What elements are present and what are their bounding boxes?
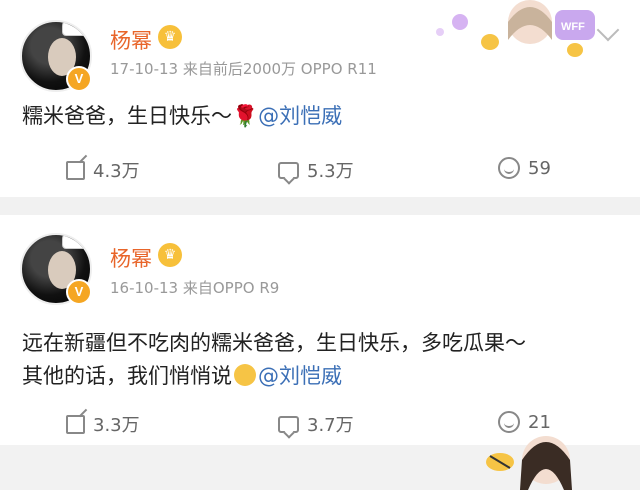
like-button[interactable]: 21 [498,411,551,433]
post-text-line-2: 其他的话，我们悄悄说 @刘恺威 [22,360,526,393]
shy-emoji-icon [234,364,256,386]
mention-link[interactable]: @刘恺威 [258,364,342,388]
card-decoration-text: WFF [561,21,585,33]
post-meta: 17-10-13 来自前后2000万 OPPO R11 [110,60,377,78]
author-name[interactable]: 杨幂 [110,243,152,273]
card-decoration: WFF [436,0,595,57]
comment-button[interactable]: 3.7万 [278,411,354,437]
comment-count: 3.7万 [307,415,354,436]
crown-badge-icon: ♛ [158,243,182,267]
cat-ears-decoration [62,22,90,36]
weibo-post-1: V 杨幂 ♛ 17-10-13 来自前后2000万 OPPO R11 WFF 糯… [0,0,640,197]
comment-icon [278,415,299,433]
comment-count: 5.3万 [307,161,354,182]
like-count: 21 [528,411,551,433]
crown-badge-icon: ♛ [158,25,182,49]
post-text: 糯米爸爸，生日快乐～🌹@刘恺威 [22,100,342,133]
action-bar: 4.3万 5.3万 59 [0,157,640,187]
verified-badge-icon: V [66,66,92,92]
like-button[interactable]: 59 [498,157,551,179]
chevron-down-icon[interactable] [596,18,620,42]
repost-icon [66,160,85,180]
rose-emoji-icon: 🌹 [232,104,259,128]
author-name[interactable]: 杨幂 [110,25,152,55]
like-icon [498,411,520,433]
repost-button[interactable]: 3.3万 [66,411,140,437]
repost-count: 3.3万 [93,415,140,436]
post-text-line-1: 远在新疆但不吃肉的糯米爸爸，生日快乐，多吃瓜果～ [22,331,526,355]
repost-button[interactable]: 4.3万 [66,157,140,183]
post-meta: 16-10-13 来自OPPO R9 [110,279,280,297]
mention-link[interactable]: @刘恺威 [258,104,342,128]
post-text: 远在新疆但不吃肉的糯米爸爸，生日快乐，多吃瓜果～ 其他的话，我们悄悄说 @刘恺威 [22,327,526,393]
weibo-post-2: V 杨幂 ♛ 16-10-13 来自OPPO R9 远在新疆但不吃肉的糯米爸爸，… [0,215,640,490]
repost-count: 4.3万 [93,161,140,182]
post-text-body: 其他的话，我们悄悄说 [22,364,232,388]
post-divider [0,197,640,215]
comment-icon [278,161,299,179]
like-count: 59 [528,157,551,179]
action-bar: 3.3万 3.7万 21 [0,411,640,441]
comment-button[interactable]: 5.3万 [278,157,354,183]
cat-ears-decoration [62,235,90,249]
post-text-body: 糯米爸爸，生日快乐～ [22,104,232,128]
verified-badge-icon: V [66,279,92,305]
like-icon [498,157,520,179]
repost-icon [66,414,85,434]
